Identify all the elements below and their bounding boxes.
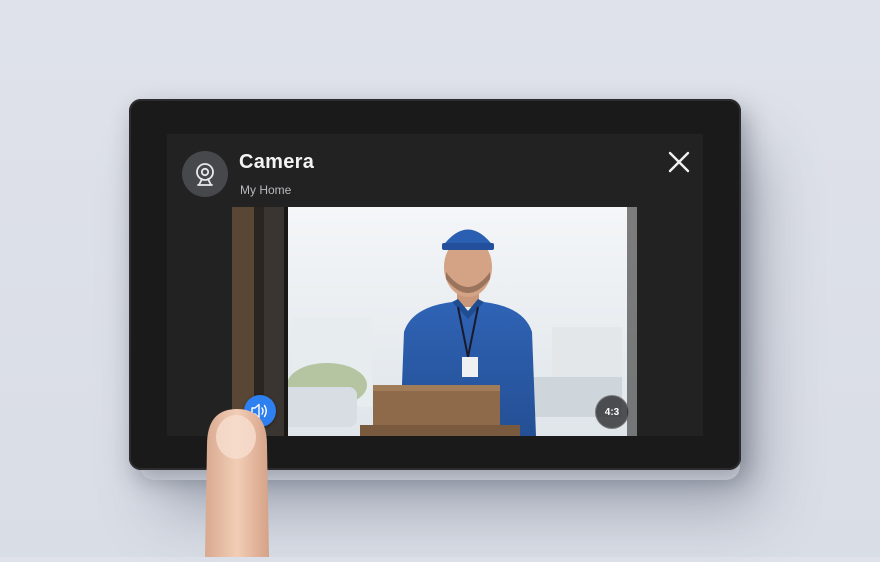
close-icon[interactable] [667,150,691,174]
webcam-icon [182,151,228,197]
dialog-subtitle: My Home [240,183,292,197]
dialog-title: Camera [239,151,315,173]
camera-live-feed [232,207,637,436]
aspect-ratio-button[interactable]: 4:3 [595,395,629,429]
finger-pointer-image [195,405,285,557]
camera-dialog: Camera My Home 4:3 [167,134,703,436]
aspect-ratio-label: 4:3 [604,406,620,418]
